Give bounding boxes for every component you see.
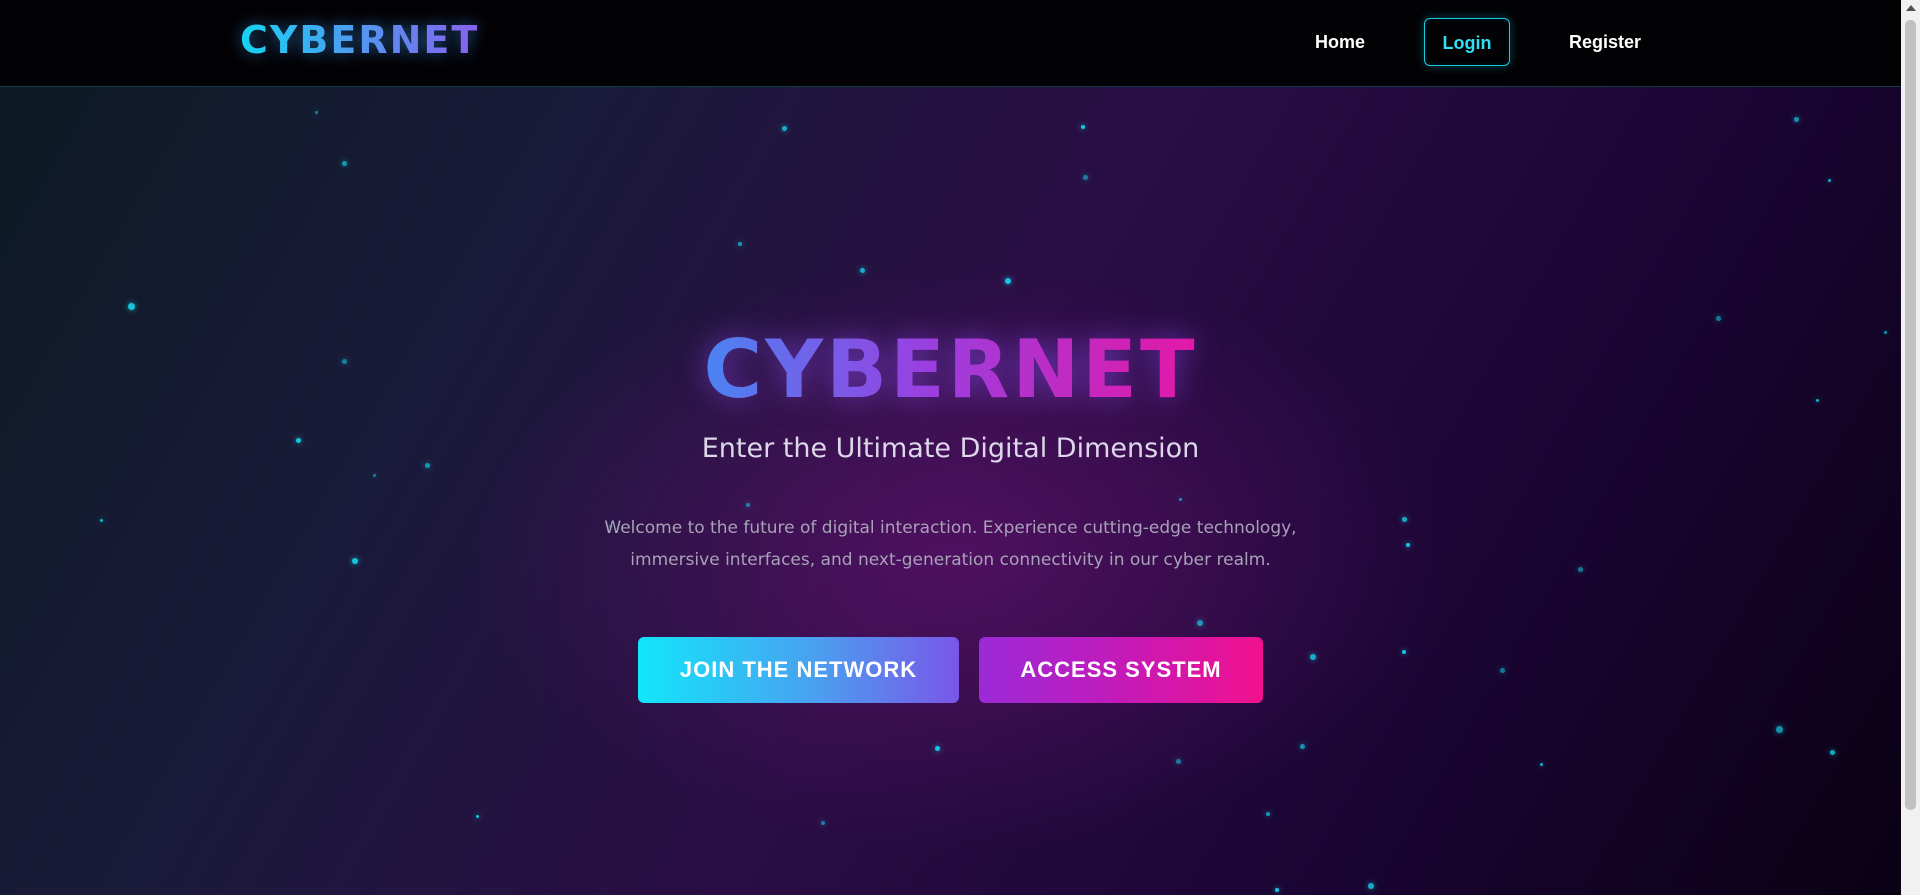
particle-dot (1368, 883, 1374, 889)
particle-dot (1715, 315, 1721, 321)
particle-dot (1310, 654, 1316, 660)
hero-title-text: CYBERNET (703, 323, 1198, 416)
particle-dot (821, 821, 825, 825)
hero-section (0, 87, 1901, 895)
particle-dot (1406, 543, 1410, 547)
nav-home-link[interactable]: Home (1300, 18, 1380, 66)
top-navbar: CYBERNET Home Login Register (0, 0, 1901, 87)
particle-dot (1402, 650, 1406, 654)
particle-dot (1827, 178, 1831, 182)
nav-register-link[interactable]: Register (1560, 18, 1650, 66)
particle-dot (1499, 667, 1505, 673)
vertical-scrollbar[interactable] (1901, 0, 1920, 895)
particle-dot (475, 814, 479, 818)
particle-dot (1577, 566, 1583, 572)
particle-dot (352, 558, 358, 564)
hero-description: Welcome to the future of digital interac… (604, 518, 1297, 570)
particle-dot (372, 473, 376, 477)
particle-dot (1299, 743, 1305, 749)
particle-dot (1275, 888, 1279, 892)
particle-dot (1197, 620, 1203, 626)
particle-dot (746, 503, 750, 507)
access-system-button[interactable]: ACCESS SYSTEM (979, 637, 1263, 703)
scroll-up-arrow-icon[interactable] (1906, 5, 1916, 11)
landing-page: CYBERNET Home Login Register CYBERNET En… (0, 0, 1920, 895)
particle-dot (314, 110, 318, 114)
particle-dot (1082, 174, 1088, 180)
particle-dot (341, 160, 347, 166)
join-network-button[interactable]: JOIN THE NETWORK (638, 637, 959, 703)
particle-dot (1178, 497, 1182, 501)
particle-dot (127, 302, 135, 310)
particle-dot (1775, 725, 1783, 733)
particle-dot (1829, 749, 1835, 755)
hero-title: CYBERNET (0, 325, 1901, 415)
particle-dot (934, 745, 940, 751)
particle-dot (1401, 516, 1407, 522)
particle-dot (1266, 812, 1270, 816)
particle-dot (1175, 758, 1181, 764)
particle-dot (1793, 116, 1799, 122)
particle-dot (738, 242, 742, 246)
particle-dot (1005, 278, 1011, 284)
brand-logo[interactable]: CYBERNET (240, 18, 479, 62)
particle-dot (99, 518, 103, 522)
particle-dot (1539, 762, 1543, 766)
particle-dot (1081, 125, 1085, 129)
particle-dot (781, 125, 787, 131)
hero-subtitle: Enter the Ultimate Digital Dimension (701, 433, 1200, 464)
nav-login-button[interactable]: Login (1424, 18, 1510, 66)
particle-dot (859, 267, 865, 273)
scrollbar-thumb[interactable] (1905, 20, 1916, 810)
